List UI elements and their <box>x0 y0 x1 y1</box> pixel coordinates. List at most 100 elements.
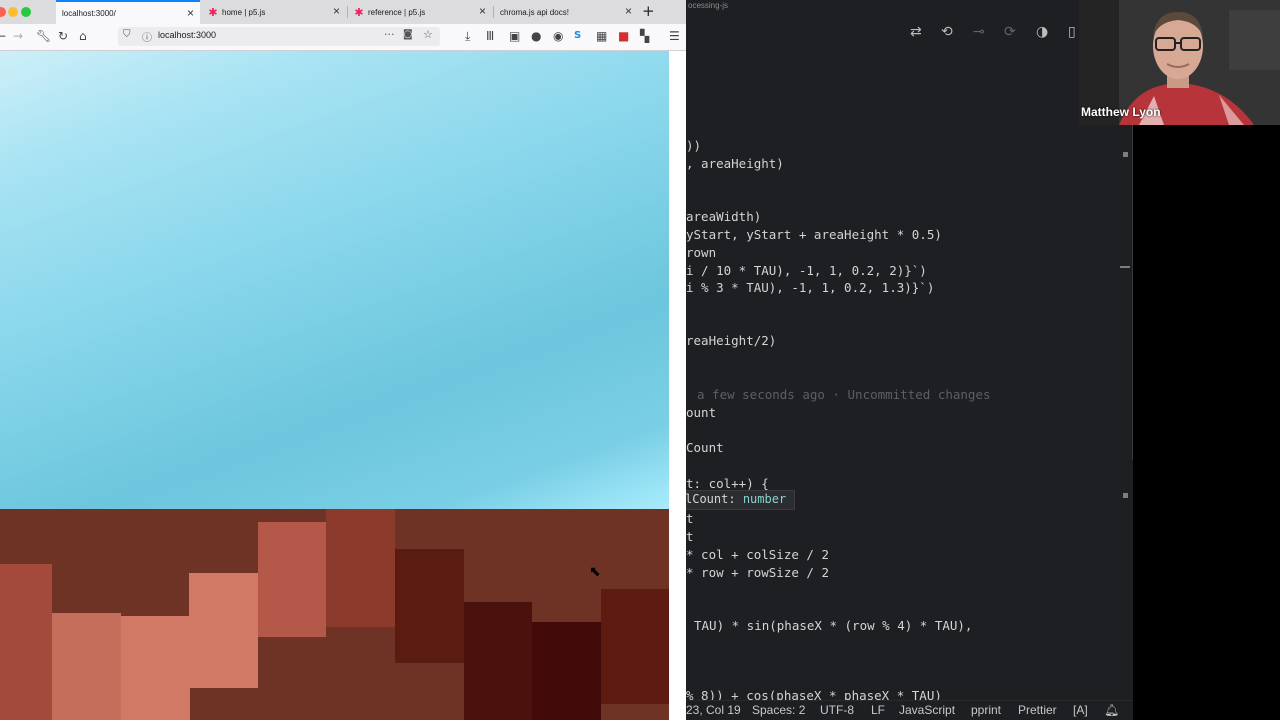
extension-red-icon[interactable]: ■ <box>618 29 629 43</box>
extension-grid-icon[interactable]: ▦ <box>596 29 607 43</box>
code-line[interactable]: Count <box>686 440 724 456</box>
extension-tiles-icon[interactable]: ▚ <box>640 29 649 43</box>
pocket-icon[interactable]: ◙ <box>403 29 413 40</box>
terrain-block <box>532 622 601 720</box>
menu-icon[interactable]: ☰ <box>669 29 680 43</box>
close-window-button[interactable] <box>0 7 6 17</box>
extension-dark-icon[interactable]: ● <box>531 29 541 43</box>
browser-window: localhost:3000/ × ✱ home | p5.js × ✱ ref… <box>0 0 686 720</box>
code-line[interactable]: rown <box>686 245 716 261</box>
encoding-setting[interactable]: UTF-8 <box>820 703 854 717</box>
page-scrollbar[interactable] <box>669 51 686 720</box>
page-actions-icon[interactable]: ··· <box>384 28 395 41</box>
terrain-block <box>121 616 190 720</box>
terrain-block <box>395 549 464 663</box>
nav-toolbar: ← → 🔧︎ ↻ ⌂ ⛉ ⓘ localhost:3000 ··· ◙ ☆ ⤓ … <box>0 24 686 51</box>
timeline-icon[interactable]: ◑ <box>1036 24 1048 40</box>
tab-divider <box>347 6 348 18</box>
editor-titlebar: ocessing-js <box>686 0 1133 14</box>
zoom-window-button[interactable] <box>21 7 31 17</box>
hint-type: number <box>742 492 787 506</box>
code-line[interactable]: reaHeight/2) <box>686 333 776 349</box>
code-line[interactable]: , areaHeight) <box>686 156 784 172</box>
home-icon[interactable]: ⌂ <box>79 29 87 43</box>
extension-s-icon[interactable]: S <box>574 29 581 43</box>
code-line[interactable]: areaWidth) <box>686 209 761 225</box>
close-tab-icon[interactable]: × <box>333 5 340 17</box>
terrain-block <box>52 613 121 720</box>
info-icon[interactable]: ⓘ <box>142 29 152 44</box>
participant-name: Matthew Lyon <box>1081 105 1161 119</box>
terrain-block <box>464 602 532 720</box>
close-tab-icon[interactable]: × <box>479 5 486 17</box>
overview-ruler-mark <box>1120 266 1130 268</box>
code-line[interactable]: * row + rowSize / 2 <box>686 565 829 581</box>
tab-p5-reference[interactable]: ✱ reference | p5.js × <box>348 0 492 24</box>
overview-ruler-mark <box>1123 152 1128 157</box>
shield-icon[interactable]: ⛉ <box>123 29 131 40</box>
minimize-window-button[interactable] <box>8 7 18 17</box>
library-icon[interactable]: Ⅲ <box>486 29 494 43</box>
code-line[interactable]: yStart, yStart + areaHeight * 0.5) <box>686 227 942 243</box>
tab-bar: localhost:3000/ × ✱ home | p5.js × ✱ ref… <box>0 0 686 24</box>
split-editor-icon[interactable]: ▯ <box>1068 24 1076 40</box>
indentation-setting[interactable]: Spaces: 2 <box>752 703 805 717</box>
git-compare-icon[interactable]: ⇄ <box>910 24 922 40</box>
terrain-block <box>258 522 326 637</box>
hint-name: lCount <box>686 492 729 506</box>
terrain-block <box>189 573 258 688</box>
bookmark-star-icon[interactable]: ☆ <box>423 28 433 41</box>
ground-area <box>0 509 669 720</box>
git-commit-icon[interactable]: ⊸ <box>973 24 985 40</box>
cursor-position[interactable]: 23, Col 19 <box>686 703 741 717</box>
download-icon[interactable]: ⤓ <box>465 29 470 43</box>
wrench-icon[interactable]: 🔧︎ <box>36 29 51 43</box>
code-editor: ocessing-js ⇄ ⟲ ⊸ ⟳ ◑ ▯ )) , areaHeight)… <box>686 0 1133 720</box>
url-text[interactable]: localhost:3000 <box>158 30 216 40</box>
code-line[interactable]: t <box>686 529 694 545</box>
tab-label: home | p5.js <box>222 7 266 17</box>
code-line[interactable]: * col + colSize / 2 <box>686 547 829 563</box>
code-line[interactable]: )) <box>686 138 701 154</box>
code-line[interactable]: i % 3 * TAU), -1, 1, 0.2, 1.3)}`) <box>686 280 934 296</box>
reload-icon[interactable]: ↻ <box>58 29 68 43</box>
tab-localhost[interactable]: localhost:3000/ × <box>56 0 200 24</box>
code-line[interactable]: t <box>686 511 694 527</box>
tab-label: reference | p5.js <box>368 7 426 17</box>
extension-circle-icon[interactable]: ◉ <box>553 29 563 43</box>
terrain-block <box>0 564 52 720</box>
formatter-pprint[interactable]: pprint <box>971 703 1001 717</box>
mode-indicator[interactable]: [A] <box>1073 703 1088 717</box>
p5-canvas[interactable]: ⬉ <box>0 51 669 720</box>
tab-label: chroma.js api docs! <box>500 7 569 17</box>
line-ending-setting[interactable]: LF <box>871 703 885 717</box>
terrain-block <box>326 509 395 627</box>
close-tab-icon[interactable]: × <box>187 7 194 19</box>
formatter-prettier[interactable]: Prettier <box>1018 703 1057 717</box>
forward-icon[interactable]: → <box>13 29 23 43</box>
tab-label: localhost:3000/ <box>62 8 116 18</box>
close-tab-icon[interactable]: × <box>625 5 632 17</box>
notifications-bell-icon[interactable]: 🔔︎ <box>1104 703 1119 717</box>
type-hint-tooltip: lCount: number <box>686 490 796 510</box>
sidebar-icon[interactable]: ▣ <box>509 29 520 43</box>
tab-divider <box>493 6 494 18</box>
url-bar[interactable]: ⛉ ⓘ localhost:3000 ··· ◙ ☆ <box>118 27 440 46</box>
code-line[interactable]: i / 10 * TAU), -1, 1, 0.2, 2)}`) <box>686 263 927 279</box>
language-mode[interactable]: JavaScript <box>899 703 955 717</box>
git-back-icon[interactable]: ⟲ <box>941 24 953 40</box>
code-line[interactable]: ount <box>686 405 716 421</box>
git-blame-annotation: a few seconds ago · Uncommitted changes <box>697 387 991 402</box>
p5-favicon-icon: ✱ <box>354 6 364 19</box>
back-icon[interactable]: ← <box>0 29 6 43</box>
new-tab-button[interactable]: + <box>642 3 655 19</box>
hint-colon: : <box>728 492 743 506</box>
overview-ruler-mark <box>1123 493 1128 498</box>
tab-p5-home[interactable]: ✱ home | p5.js × <box>202 0 346 24</box>
tab-chroma-docs[interactable]: chroma.js api docs! × <box>494 0 638 24</box>
terrain-block <box>601 589 669 704</box>
status-bar: 23, Col 19 Spaces: 2 UTF-8 LF JavaScript… <box>686 700 1133 720</box>
editor-title: ocessing-js <box>688 1 729 10</box>
code-line[interactable]: TAU) * sin(phaseX * (row % 4) * TAU), <box>694 618 972 634</box>
git-forward-icon[interactable]: ⟳ <box>1004 24 1016 40</box>
